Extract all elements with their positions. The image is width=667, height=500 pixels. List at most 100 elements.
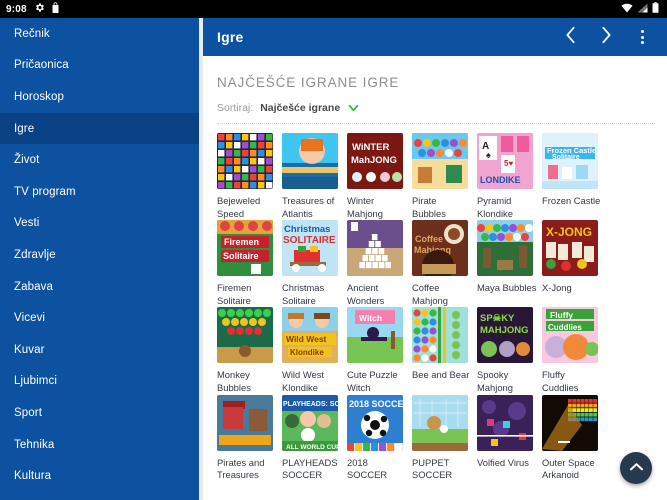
battery-icon <box>652 0 659 18</box>
game-thumbnail-ancient-wonders[interactable] <box>347 220 403 277</box>
game-thumbnail-frozen-castle[interactable]: Frozen Castle Solitaire <box>542 133 598 189</box>
sidebar-item-igre[interactable]: Igre <box>0 112 199 145</box>
game-thumbnail-playheads-soccer[interactable]: PLAYHEADS: SOCC ALL WORLD CUP <box>282 394 338 451</box>
game-thumbnail-monkey-bubbles[interactable] <box>217 307 273 364</box>
game-thumbnail-bejeweled[interactable] <box>217 133 273 189</box>
sidebar-item-rečnik[interactable]: Rečnik <box>0 18 199 50</box>
svg-text:PLAYHEADS: SOCC: PLAYHEADS: SOCC <box>283 401 338 408</box>
game-thumbnail-bee-bear[interactable] <box>412 307 468 364</box>
game-thumbnail-pirates-treasures[interactable] <box>217 394 273 451</box>
game-tile[interactable]: Monkey Bubbles <box>217 307 282 394</box>
game-tile[interactable]: Bejeweled Speed <box>217 133 282 220</box>
sidebar-item-label: Rečnik <box>14 27 50 40</box>
game-thumbnail-pirate-bubbles[interactable] <box>412 133 468 189</box>
game-title: Frozen Castle <box>542 195 601 206</box>
sidebar-item-tv-program[interactable]: TV program <box>0 176 199 208</box>
sidebar-item-zdravlje[interactable]: Zdravlje <box>0 239 199 271</box>
sidebar-item-label: Kuvar <box>14 343 45 356</box>
game-tile[interactable]: SP☠KY MAHJONG Spooky Mahjong <box>477 307 542 394</box>
game-title: Wild West Klondike <box>282 369 325 393</box>
game-tile[interactable]: A ♠ 5♥ LONDIKE Pyramid Klondike <box>477 133 542 220</box>
sidebar-item-pričaonica[interactable]: Pričaonica <box>0 50 199 82</box>
back-button[interactable] <box>559 24 581 50</box>
game-tile[interactable]: PLAYHEADS: SOCC ALL WORLD CUP PLAYHEADS SO… <box>282 394 347 482</box>
game-thumbnail-fluffy-cuddlies[interactable]: Fluffy Cuddlies <box>542 307 598 364</box>
game-tile[interactable]: WiNTER MahJONG Winter Mahjong <box>347 133 412 220</box>
game-title: X-Jong <box>542 282 572 294</box>
game-thumbnail-wild-west[interactable]: Wild West Klondike <box>282 307 338 364</box>
game-thumbnail-puppet-soccer[interactable] <box>412 394 468 451</box>
game-tile[interactable]: Firemen Solitaire Firemen Solitaire <box>217 220 282 307</box>
sidebar-item-vesti[interactable]: Vesti <box>0 208 199 240</box>
game-thumbnail-outer-space[interactable] <box>542 394 598 451</box>
sidebar-item-ljubimci[interactable]: Ljubimci <box>0 366 199 398</box>
svg-text:SOLITAIRE: SOLITAIRE <box>283 235 336 246</box>
game-title: Christmas Solitaire <box>282 282 325 306</box>
games-grid: Bejeweled Speed Treasures of Atlantis WiNT… <box>203 124 667 482</box>
game-title: Bee and Bear <box>412 369 470 381</box>
sidebar-item-label: Horoskop <box>14 90 65 103</box>
sidebar-item-zabava[interactable]: Zabava <box>0 271 199 303</box>
game-tile[interactable]: Christmas SOLITAIRE Christmas Solitaire <box>282 220 347 307</box>
sidebar-item-label: TV program <box>14 185 76 198</box>
game-tile[interactable]: Volfied Virus <box>477 394 542 482</box>
game-tile[interactable]: Fluffy Cuddlies Fluffy Cuddlies <box>542 307 607 394</box>
game-tile[interactable]: Witch Cute Puzzle Witch <box>347 307 412 394</box>
game-thumbnail-cute-witch[interactable]: Witch <box>347 307 403 364</box>
game-tile[interactable]: Frozen Castle Solitaire Frozen Castle <box>542 133 607 220</box>
game-tile[interactable]: Pirates and Treasures <box>217 394 282 482</box>
game-tile[interactable]: Ancient Wonders <box>347 220 412 307</box>
game-thumbnail-volfied-virus[interactable] <box>477 394 533 451</box>
shopping-bag-icon <box>51 0 60 18</box>
game-title: Pirates and Treasures <box>217 456 265 481</box>
game-thumbnail-firemen-solitaire[interactable]: Firemen Solitaire <box>217 220 273 277</box>
game-thumbnail-pyramid-klondike[interactable]: A ♠ 5♥ LONDIKE <box>477 133 533 189</box>
game-tile[interactable]: Wild West Klondike Wild West Klondike <box>282 307 347 394</box>
game-thumbnail-x-jong[interactable]: X-JONG <box>542 220 598 277</box>
game-thumbnail-soccer-2018[interactable]: 2018 SOCCER CUP <box>347 394 403 451</box>
sidebar-item-tehnika[interactable]: Tehnika <box>0 429 199 461</box>
game-thumbnail-atlantis[interactable] <box>282 133 338 189</box>
game-tile[interactable]: PUPPET SOCCER <box>412 394 477 482</box>
sidebar-item-label: Život <box>14 154 40 167</box>
forward-button[interactable] <box>595 24 617 50</box>
sidebar-item-sport[interactable]: Sport <box>0 397 199 429</box>
game-thumbnail-spooky-mahjong[interactable]: SP☠KY MAHJONG <box>477 307 533 364</box>
game-thumbnail-winter-mahjong[interactable]: WiNTER MahJONG <box>347 133 403 189</box>
svg-text:Fluffy: Fluffy <box>550 310 573 320</box>
sidebar-item-vicevi[interactable]: Vicevi <box>0 302 199 334</box>
more-vertical-icon <box>640 30 644 44</box>
game-tile[interactable]: Coffee Mahjong Coffee Mahjong <box>412 220 477 307</box>
sidebar-item-horoskop[interactable]: Horoskop <box>0 81 199 113</box>
game-tile[interactable]: X-JONG X-Jong <box>542 220 607 307</box>
chevron-down-icon[interactable] <box>348 104 359 112</box>
sidebar-item-život[interactable]: Život <box>0 144 199 176</box>
sidebar-item-kultura[interactable]: Kultura <box>0 460 199 492</box>
sidebar-item-kuvar[interactable]: Kuvar <box>0 334 199 366</box>
svg-text:MahJONG: MahJONG <box>351 155 397 166</box>
game-tile[interactable]: 2018 SOCCER CUP 2018 SOCCER <box>347 394 412 482</box>
sidebar-nav[interactable]: Rečnik Pričaonica Horoskop Igre Život TV prog… <box>0 18 199 500</box>
game-title: Fluffy Cuddlies <box>542 369 579 393</box>
game-tile[interactable]: Outer Space Arkanoid <box>542 394 607 482</box>
game-thumbnail-coffee-mahjong[interactable]: Coffee Mahjong <box>412 220 468 277</box>
sort-selected-value[interactable]: Najčešće igrane <box>260 102 340 114</box>
game-tile[interactable]: Bee and Bear <box>412 307 477 394</box>
game-thumbnail-maya-bubbles[interactable] <box>477 220 533 277</box>
sidebar-item-label: Kultura <box>14 470 52 483</box>
game-thumbnail-christmas-solitaire[interactable]: Christmas SOLITAIRE <box>282 220 338 277</box>
game-title: Maya Bubbles <box>477 282 537 294</box>
overflow-menu-button[interactable] <box>631 24 653 50</box>
game-tile[interactable]: Maya Bubbles <box>477 220 542 307</box>
game-title: Pyramid Klondike <box>477 195 513 219</box>
game-tile[interactable]: Pirate Bubbles <box>412 133 477 220</box>
svg-text:♠: ♠ <box>486 150 491 160</box>
svg-text:MAHJONG: MAHJONG <box>480 325 529 336</box>
chevron-left-icon <box>565 26 576 49</box>
game-tile[interactable]: Treasures of Atlantis <box>282 133 347 220</box>
scroll-to-top-button[interactable] <box>620 452 652 484</box>
sidebar-item-label: Pričaonica <box>14 59 69 72</box>
svg-text:Christmas: Christmas <box>284 224 330 235</box>
sort-control[interactable]: Sortiraj: Najčešće igrane <box>203 90 667 114</box>
signal-icon <box>637 0 648 18</box>
